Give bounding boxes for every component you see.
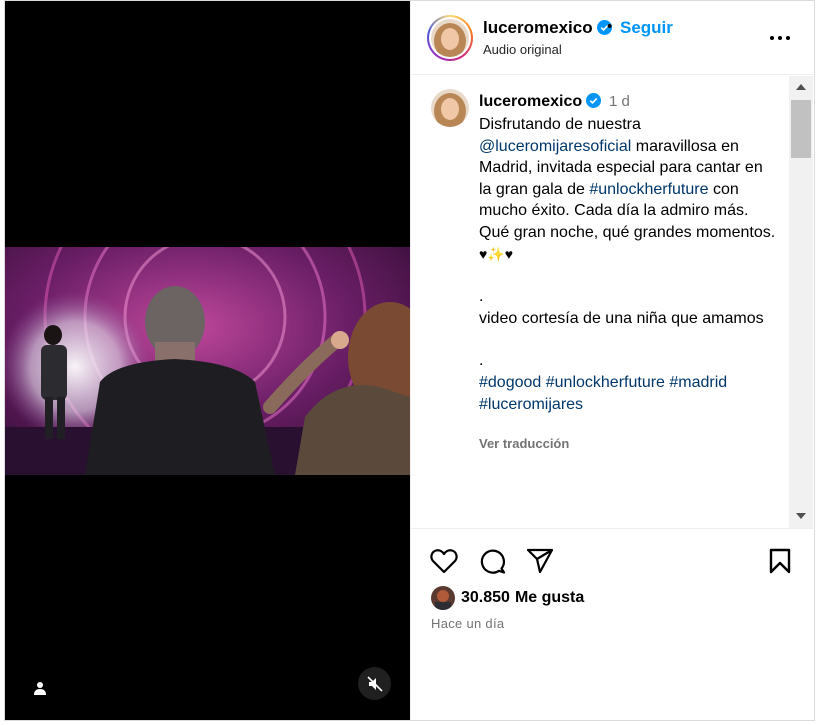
share-icon: [526, 548, 554, 574]
hashtag-link[interactable]: #luceromijares: [479, 396, 583, 413]
scrollbar-thumb[interactable]: [791, 100, 811, 158]
like-button[interactable]: [429, 546, 459, 576]
caption-time[interactable]: 1 d: [609, 93, 630, 110]
user-tag-icon: [34, 682, 46, 695]
hashtag-link[interactable]: #madrid: [669, 374, 727, 391]
share-button[interactable]: [525, 546, 555, 576]
caption-dot1: .: [479, 288, 484, 306]
see-translation-button[interactable]: Ver traducción: [479, 436, 569, 451]
scroll-up-arrow-icon[interactable]: [796, 84, 806, 90]
audio-link[interactable]: Audio original: [483, 42, 562, 57]
save-button[interactable]: [765, 546, 795, 576]
avatar-image: [431, 89, 469, 127]
header-separator: •: [607, 18, 613, 35]
concert-scene: [5, 247, 410, 475]
post-timestamp[interactable]: Hace un día: [431, 616, 504, 631]
header-avatar[interactable]: [427, 15, 473, 61]
caption-line2: video cortesía de una niña que amamos: [479, 309, 764, 327]
mute-button[interactable]: [358, 667, 391, 700]
comment-icon: [480, 549, 506, 574]
user-tag-button[interactable]: [29, 677, 51, 699]
liker-avatar: [431, 586, 455, 610]
verified-badge-icon: [586, 93, 602, 108]
caption-avatar[interactable]: [431, 89, 469, 127]
likes-count[interactable]: 30.850: [461, 589, 510, 607]
post-actions: 30.850 Me gusta Hace un día: [411, 528, 815, 720]
caption-scrollbar[interactable]: [789, 76, 813, 528]
caption-area: luceromexico 1 d Disfrutando de nuestra @…: [411, 76, 789, 528]
likes-label[interactable]: Me gusta: [515, 589, 584, 607]
caption-text: Disfrutando de nuestra @luceromijaresofic…: [479, 114, 779, 415]
more-options-button[interactable]: [768, 27, 792, 49]
hearts-emoji: ♥✨♥: [479, 245, 514, 262]
post-media[interactable]: [5, 1, 410, 720]
likes-summary[interactable]: 30.850 Me gusta: [431, 585, 584, 611]
caption-dot2: .: [479, 352, 484, 370]
comment-button[interactable]: [477, 546, 507, 576]
caption-username-text[interactable]: luceromexico: [479, 93, 582, 110]
post-header: luceromexico • Seguir Audio original: [411, 1, 815, 75]
video-frame[interactable]: [5, 247, 410, 475]
header-username-text[interactable]: luceromexico: [483, 18, 593, 37]
header-username[interactable]: luceromexico: [483, 18, 612, 38]
avatar-image: [431, 586, 455, 610]
follow-button[interactable]: Seguir: [620, 18, 673, 38]
hashtag-link[interactable]: #dogood: [479, 374, 541, 391]
caption-line1-prefix: Disfrutando de nuestra: [479, 116, 641, 133]
hashtag-link[interactable]: #unlockherfuture: [546, 374, 665, 391]
hashtag-link[interactable]: #unlockherfuture: [589, 181, 708, 198]
avatar-image: [431, 19, 469, 57]
caption-username[interactable]: luceromexico: [479, 93, 602, 111]
muted-speaker-icon: [366, 675, 383, 692]
more-options-icon: [770, 36, 790, 40]
post-side-panel: luceromexico • Seguir Audio original luc…: [410, 1, 815, 720]
scroll-down-arrow-icon[interactable]: [796, 513, 806, 519]
bookmark-icon: [769, 548, 791, 574]
heart-icon: [430, 549, 458, 574]
mention-link[interactable]: @luceromijaresoficial: [479, 138, 631, 155]
